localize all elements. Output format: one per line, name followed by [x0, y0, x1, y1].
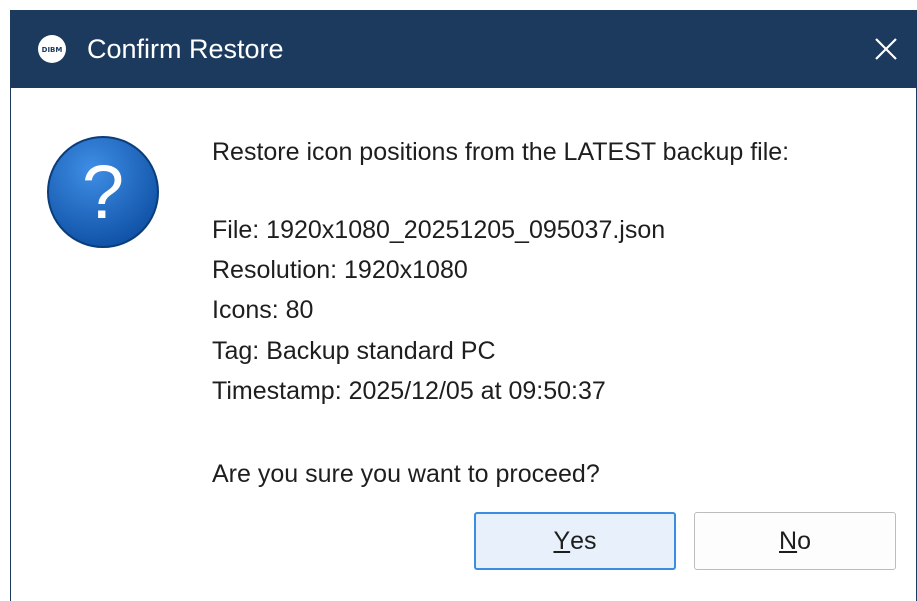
- title-bar[interactable]: DIBM Confirm Restore: [11, 10, 916, 88]
- confirm-restore-dialog: DIBM Confirm Restore ? Restore icon posi…: [10, 10, 917, 601]
- yes-button[interactable]: Yes: [474, 512, 676, 570]
- yes-button-label: es: [570, 526, 597, 555]
- question-icon: ?: [47, 136, 159, 248]
- close-icon: [875, 38, 897, 60]
- detail-timestamp: Timestamp: 2025/12/05 at 09:50:37: [212, 377, 606, 405]
- close-button[interactable]: [856, 10, 916, 88]
- detail-tag: Tag: Backup standard PC: [212, 337, 496, 365]
- detail-file: File: 1920x1080_20251205_095037.json: [212, 216, 666, 244]
- yes-button-mnemonic: Y: [553, 526, 571, 555]
- app-logo-text: DIBM: [42, 46, 63, 54]
- no-button-mnemonic: N: [779, 526, 798, 555]
- confirm-question: Are you sure you want to proceed?: [212, 460, 600, 488]
- message-heading: Restore icon positions from the LATEST b…: [212, 138, 790, 166]
- no-button[interactable]: No: [694, 512, 896, 570]
- app-logo-icon: DIBM: [38, 35, 66, 63]
- svg-text:?: ?: [82, 150, 124, 235]
- dialog-content: ? Restore icon positions from the LATEST…: [11, 88, 916, 601]
- detail-resolution: Resolution: 1920x1080: [212, 256, 468, 284]
- window-title: Confirm Restore: [87, 34, 284, 64]
- detail-icons: Icons: 80: [212, 296, 314, 324]
- no-button-label: o: [797, 526, 811, 555]
